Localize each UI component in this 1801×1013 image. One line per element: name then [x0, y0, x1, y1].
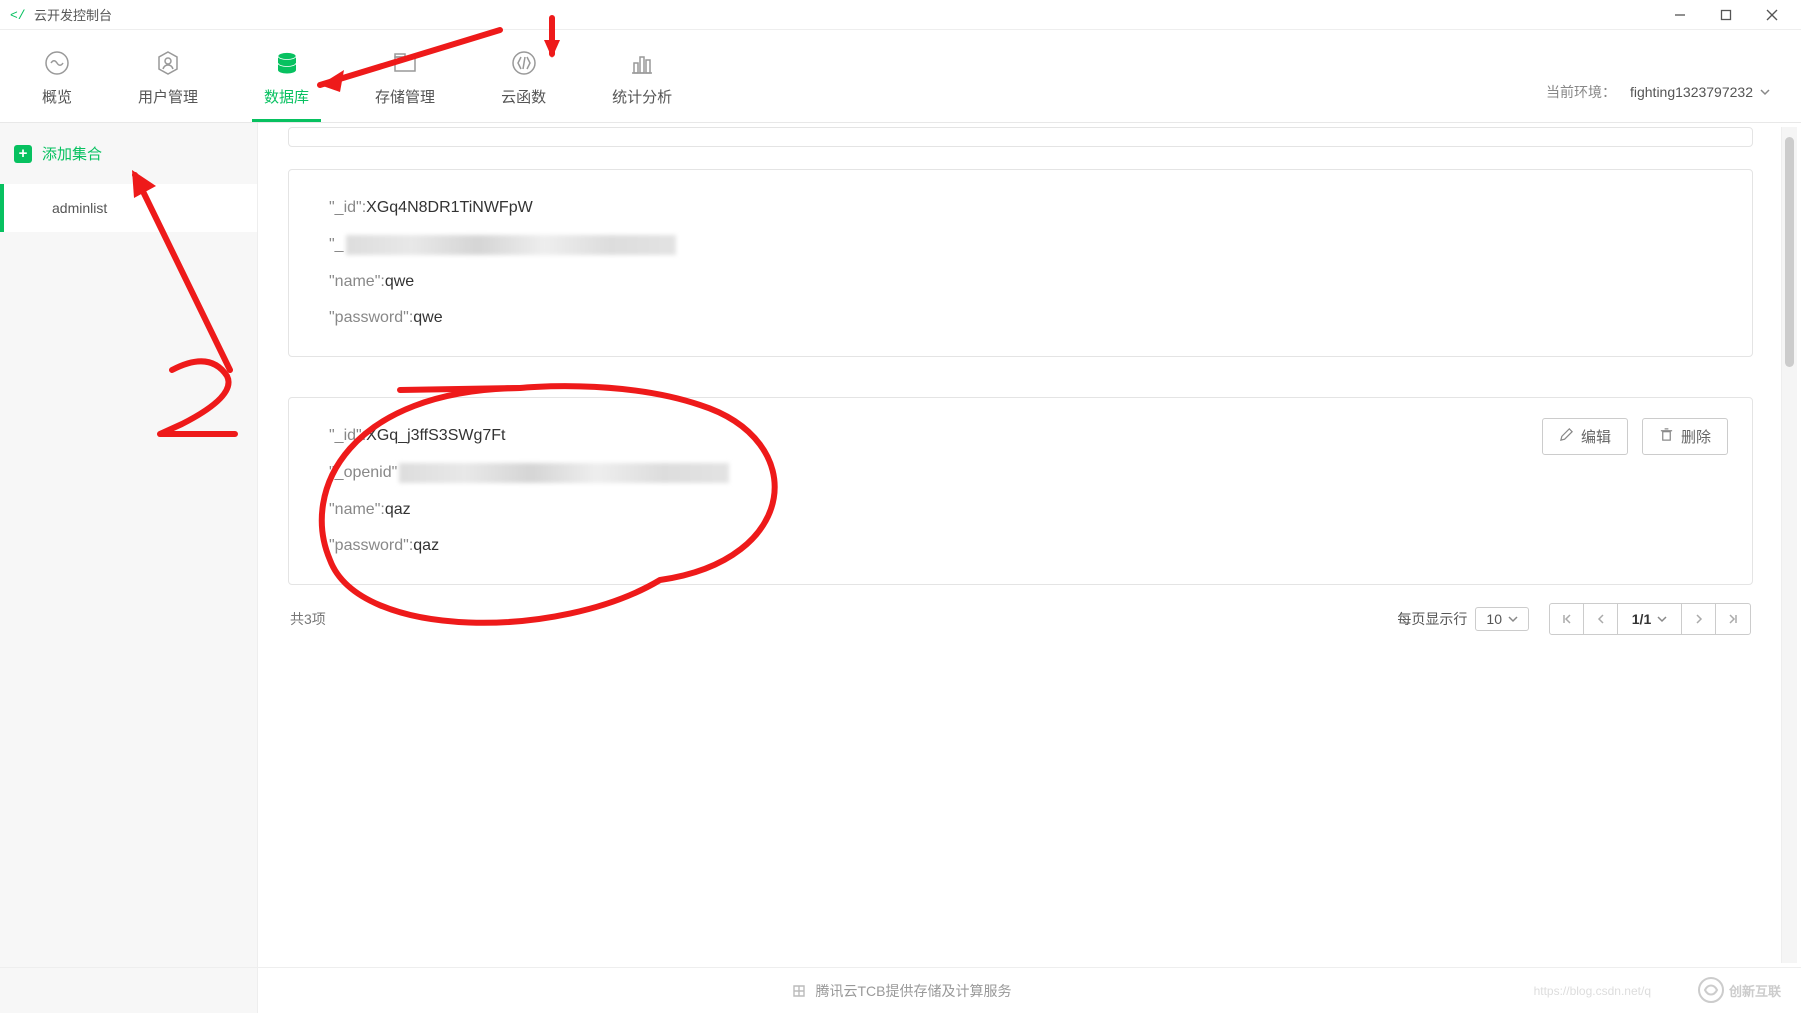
record-card[interactable]: "_id":XGq4N8DR1TiNWFpW "_ "name":qwe "pa…	[288, 169, 1753, 357]
add-collection-button[interactable]: + 添加集合	[0, 123, 257, 184]
stats-icon	[628, 48, 656, 78]
redacted-icon	[399, 463, 729, 483]
nav-label: 统计分析	[612, 86, 672, 107]
sidebar: + 添加集合 adminlist	[0, 123, 258, 1013]
page-last-button[interactable]	[1716, 604, 1750, 634]
nav-label: 存储管理	[375, 86, 435, 107]
cloud-fn-icon	[510, 48, 538, 78]
delete-button[interactable]: 删除	[1642, 418, 1728, 455]
record-field: "name":qaz	[329, 492, 1712, 528]
main-area: + 添加集合 adminlist "_id":XGq4N8DR1TiNWFpW …	[0, 123, 1801, 1013]
env-label: 当前环境：	[1546, 82, 1616, 102]
nav-label: 云函数	[501, 86, 546, 107]
record-field: "_	[329, 226, 1712, 264]
table-footer: 共3项 每页显示行 10 1/1	[290, 603, 1751, 635]
total-count: 共3项	[290, 609, 326, 629]
plus-icon: +	[14, 145, 32, 163]
pagination: 1/1	[1549, 603, 1751, 635]
record-card-clipped	[288, 127, 1753, 147]
trash-icon	[1659, 427, 1681, 446]
nav-overview[interactable]: 概览	[30, 48, 84, 122]
add-collection-label: 添加集合	[42, 143, 102, 164]
nav-stats[interactable]: 统计分析	[600, 48, 684, 122]
page-prev-button[interactable]	[1584, 604, 1618, 634]
tcb-icon	[790, 982, 808, 1000]
nav-label: 概览	[42, 86, 72, 107]
page-next-button[interactable]	[1682, 604, 1716, 634]
nav-label: 用户管理	[138, 86, 198, 107]
database-icon	[273, 48, 301, 78]
scrollbar-thumb[interactable]	[1785, 137, 1794, 367]
page-current[interactable]: 1/1	[1618, 604, 1682, 634]
record-field: "password":qwe	[329, 300, 1712, 336]
window-minimize-button[interactable]	[1657, 0, 1703, 30]
infinity-icon	[43, 48, 71, 78]
nav-database[interactable]: 数据库	[252, 48, 321, 122]
nav-users[interactable]: 用户管理	[126, 48, 210, 122]
page-first-button[interactable]	[1550, 604, 1584, 634]
title-bar: </> 云开发控制台	[0, 0, 1801, 30]
edit-icon	[1559, 427, 1581, 446]
redacted-icon	[346, 235, 676, 255]
nav-label: 数据库	[264, 86, 309, 107]
window-close-button[interactable]	[1749, 0, 1795, 30]
record-field: "_id":XGq_j3ffS3SWg7Ft	[329, 418, 1712, 454]
footer-note: 腾讯云TCB提供存储及计算服务	[0, 967, 1801, 1013]
record-field: "_openid"	[329, 454, 1712, 492]
app-logo-icon: </>	[10, 7, 26, 23]
watermark-logo: 创新互联	[1697, 976, 1781, 1004]
record-field: "password":qaz	[329, 528, 1712, 564]
folder-icon	[391, 48, 419, 78]
edit-button[interactable]: 编辑	[1542, 418, 1628, 455]
record-field: "_id":XGq4N8DR1TiNWFpW	[329, 190, 1712, 226]
env-value: fighting1323797232	[1630, 84, 1753, 100]
page-size-select[interactable]: 10	[1475, 607, 1529, 631]
record-field: "name":qwe	[329, 264, 1712, 300]
content-area: "_id":XGq4N8DR1TiNWFpW "_ "name":qwe "pa…	[258, 123, 1801, 1013]
collection-item-adminlist[interactable]: adminlist	[0, 184, 257, 232]
scrollbar[interactable]	[1781, 127, 1797, 963]
svg-text:</>: </>	[10, 8, 26, 23]
nav-cloud-functions[interactable]: 云函数	[489, 48, 558, 122]
user-icon	[154, 48, 182, 78]
collection-name: adminlist	[52, 200, 107, 216]
window-title: 云开发控制台	[34, 5, 112, 24]
nav-storage[interactable]: 存储管理	[363, 48, 447, 122]
env-selector[interactable]: 当前环境： fighting1323797232	[1546, 82, 1771, 122]
watermark-url: https://blog.csdn.net/q	[1534, 984, 1651, 998]
top-nav: 概览 用户管理 数据库 存储管理 云函数 统计分析 当前环境： fighting…	[0, 30, 1801, 123]
page-size-label: 每页显示行	[1397, 609, 1467, 629]
window-maximize-button[interactable]	[1703, 0, 1749, 30]
record-card[interactable]: 编辑 删除 "_id":XGq_j3ffS3SWg7Ft "_openid" "…	[288, 397, 1753, 585]
